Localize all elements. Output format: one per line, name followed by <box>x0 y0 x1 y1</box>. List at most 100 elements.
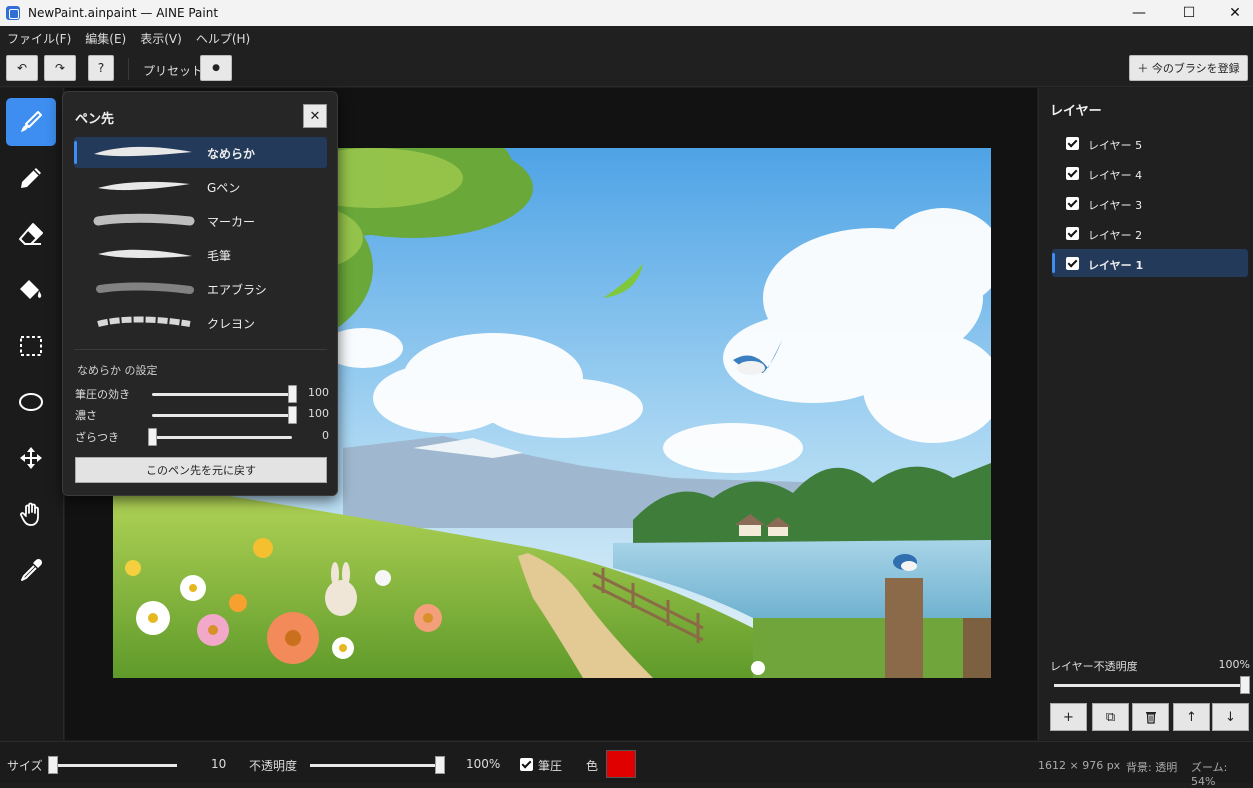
layer-row[interactable]: レイヤー 2 <box>1052 219 1248 247</box>
smooth-stroke-preview <box>94 146 192 157</box>
pencil-icon <box>21 168 41 188</box>
tool-ellipse-select[interactable] <box>6 378 56 426</box>
layer-opacity-value: 100% <box>1218 658 1250 671</box>
layer-name: レイヤー 4 <box>1088 169 1143 182</box>
menu-file[interactable]: ファイル(F) <box>0 30 78 47</box>
layer-opacity-track[interactable] <box>1054 684 1244 687</box>
tool-fill[interactable] <box>6 266 56 314</box>
pressure-effect-slider[interactable]: 筆圧の効き 100 <box>75 385 329 403</box>
pen-tip-airbrush[interactable]: エアブラシ <box>74 273 327 304</box>
layers-title: レイヤー <box>1050 104 1102 119</box>
brush-opacity-thumb[interactable] <box>435 756 445 774</box>
color-label: 色 <box>586 759 599 773</box>
layer-visibility-checkbox[interactable] <box>1066 137 1079 150</box>
layers-panel: レイヤー レイヤー 5 レイヤー 4 レイヤー 3 レイヤー 2 レイヤー 1 … <box>1038 88 1253 740</box>
tool-eraser[interactable] <box>6 210 56 258</box>
rect-select-icon <box>20 336 42 356</box>
slider-track[interactable] <box>152 414 292 417</box>
layer-row[interactable]: レイヤー 5 <box>1052 129 1248 157</box>
tool-eyedropper[interactable] <box>6 546 56 594</box>
layer-visibility-checkbox[interactable] <box>1066 227 1079 240</box>
pen-tip-brush[interactable]: 毛筆 <box>74 239 327 270</box>
close-window-button[interactable]: ✕ <box>1212 0 1253 26</box>
slider-thumb[interactable] <box>288 385 297 403</box>
pen-tip-label: 毛筆 <box>207 249 232 263</box>
pressure-checkbox[interactable] <box>520 758 533 771</box>
layer-row[interactable]: レイヤー 3 <box>1052 189 1248 217</box>
tool-move[interactable] <box>6 434 56 482</box>
hand-icon <box>20 502 39 526</box>
window-title: NewPaint.ainpaint — AINE Paint <box>28 6 219 20</box>
pressure-label: 筆圧 <box>538 759 563 773</box>
zoom-info: ズーム: 54% <box>1191 761 1228 788</box>
slider-thumb[interactable] <box>148 428 157 446</box>
paint-bucket-icon <box>20 280 42 299</box>
brush-size-label: サイズ <box>7 759 43 773</box>
preset-dot-button[interactable]: ● <box>200 55 232 81</box>
pen-tip-panel: ペン先 ✕ なめらか Gペン マーカー 毛筆 エアブラシ クレヨン なめらか の… <box>62 91 338 496</box>
brush-icon <box>21 111 42 132</box>
pen-tip-marker[interactable]: マーカー <box>74 205 327 236</box>
layer-visibility-checkbox[interactable] <box>1066 197 1079 210</box>
move-layer-down-button[interactable]: ↓ <box>1212 703 1249 731</box>
brush-size-thumb[interactable] <box>48 756 58 774</box>
eyedropper-icon <box>21 558 43 581</box>
reset-pen-tip-button[interactable]: このペン先を元に戻す <box>75 457 327 483</box>
help-button[interactable]: ? <box>88 55 114 81</box>
slider-value: 100 <box>308 407 329 420</box>
maximize-button[interactable]: ☐ <box>1166 0 1212 26</box>
tool-brush[interactable] <box>6 98 56 146</box>
airbrush-stroke-preview <box>96 282 194 294</box>
slider-thumb[interactable] <box>288 406 297 424</box>
slider-track[interactable] <box>152 436 292 439</box>
slider-track[interactable] <box>152 393 292 396</box>
density-slider[interactable]: 濃さ 100 <box>75 406 329 424</box>
move-layer-up-button[interactable]: ↑ <box>1173 703 1210 731</box>
pen-tip-label: なめらか <box>207 147 256 161</box>
pen-tip-gpen[interactable]: Gペン <box>74 171 327 202</box>
menu-help[interactable]: ヘルプ(H) <box>189 30 257 47</box>
delete-layer-button[interactable] <box>1132 703 1169 731</box>
brush-opacity-track[interactable] <box>310 764 440 767</box>
register-brush-button[interactable]: ＋ 今のブラシを登録 <box>1129 55 1248 81</box>
layer-row-selected[interactable]: レイヤー 1 <box>1052 249 1248 277</box>
menu-view[interactable]: 表示(V) <box>133 30 189 47</box>
trash-icon <box>1145 712 1156 724</box>
menu-bar: ファイル(F) 編集(E) 表示(V) ヘルプ(H) <box>0 26 1253 50</box>
layer-visibility-checkbox[interactable] <box>1066 167 1079 180</box>
duplicate-layer-button[interactable]: ⧉ <box>1092 703 1129 731</box>
brush-size-value: 10 <box>211 757 227 771</box>
layer-visibility-checkbox[interactable] <box>1066 257 1079 270</box>
brush-size-track[interactable] <box>52 764 177 767</box>
pen-panel-close-button[interactable]: ✕ <box>303 104 327 128</box>
add-layer-button[interactable]: + <box>1050 703 1087 731</box>
tool-hand[interactable] <box>6 490 56 538</box>
pen-panel-title: ペン先 <box>75 112 115 127</box>
undo-button[interactable]: ↶ <box>6 55 38 81</box>
brush-opacity-label: 不透明度 <box>249 759 298 773</box>
layer-row[interactable]: レイヤー 4 <box>1052 159 1248 187</box>
roughness-slider[interactable]: ざらつき 0 <box>75 428 329 446</box>
pen-tip-crayon[interactable]: クレヨン <box>74 307 327 338</box>
tool-rail <box>0 88 64 740</box>
redo-button[interactable]: ↷ <box>44 55 76 81</box>
slider-label: 濃さ <box>75 409 97 422</box>
gpen-stroke-preview <box>98 181 190 191</box>
pen-tip-label: マーカー <box>207 215 256 229</box>
tool-pencil[interactable] <box>6 154 56 202</box>
title-bar: NewPaint.ainpaint — AINE Paint — ☐ ✕ <box>0 0 1253 26</box>
status-bar: サイズ 10 不透明度 100% 筆圧 色 1612 × 976 px 背景: … <box>0 741 1253 788</box>
color-swatch[interactable] <box>606 750 636 778</box>
pen-tip-label: Gペン <box>207 181 241 195</box>
move-icon <box>20 447 42 469</box>
pen-tip-smooth[interactable]: なめらか <box>74 137 327 168</box>
preset-label: プリセット <box>143 64 204 78</box>
minimize-button[interactable]: — <box>1116 0 1162 26</box>
slider-value: 0 <box>322 429 329 442</box>
layer-opacity-thumb[interactable] <box>1240 676 1250 694</box>
menu-edit[interactable]: 編集(E) <box>78 30 133 47</box>
layer-name: レイヤー 2 <box>1088 229 1143 242</box>
layer-opacity-label: レイヤー不透明度 <box>1050 660 1138 673</box>
slider-label: ざらつき <box>75 431 119 444</box>
tool-rect-select[interactable] <box>6 322 56 370</box>
